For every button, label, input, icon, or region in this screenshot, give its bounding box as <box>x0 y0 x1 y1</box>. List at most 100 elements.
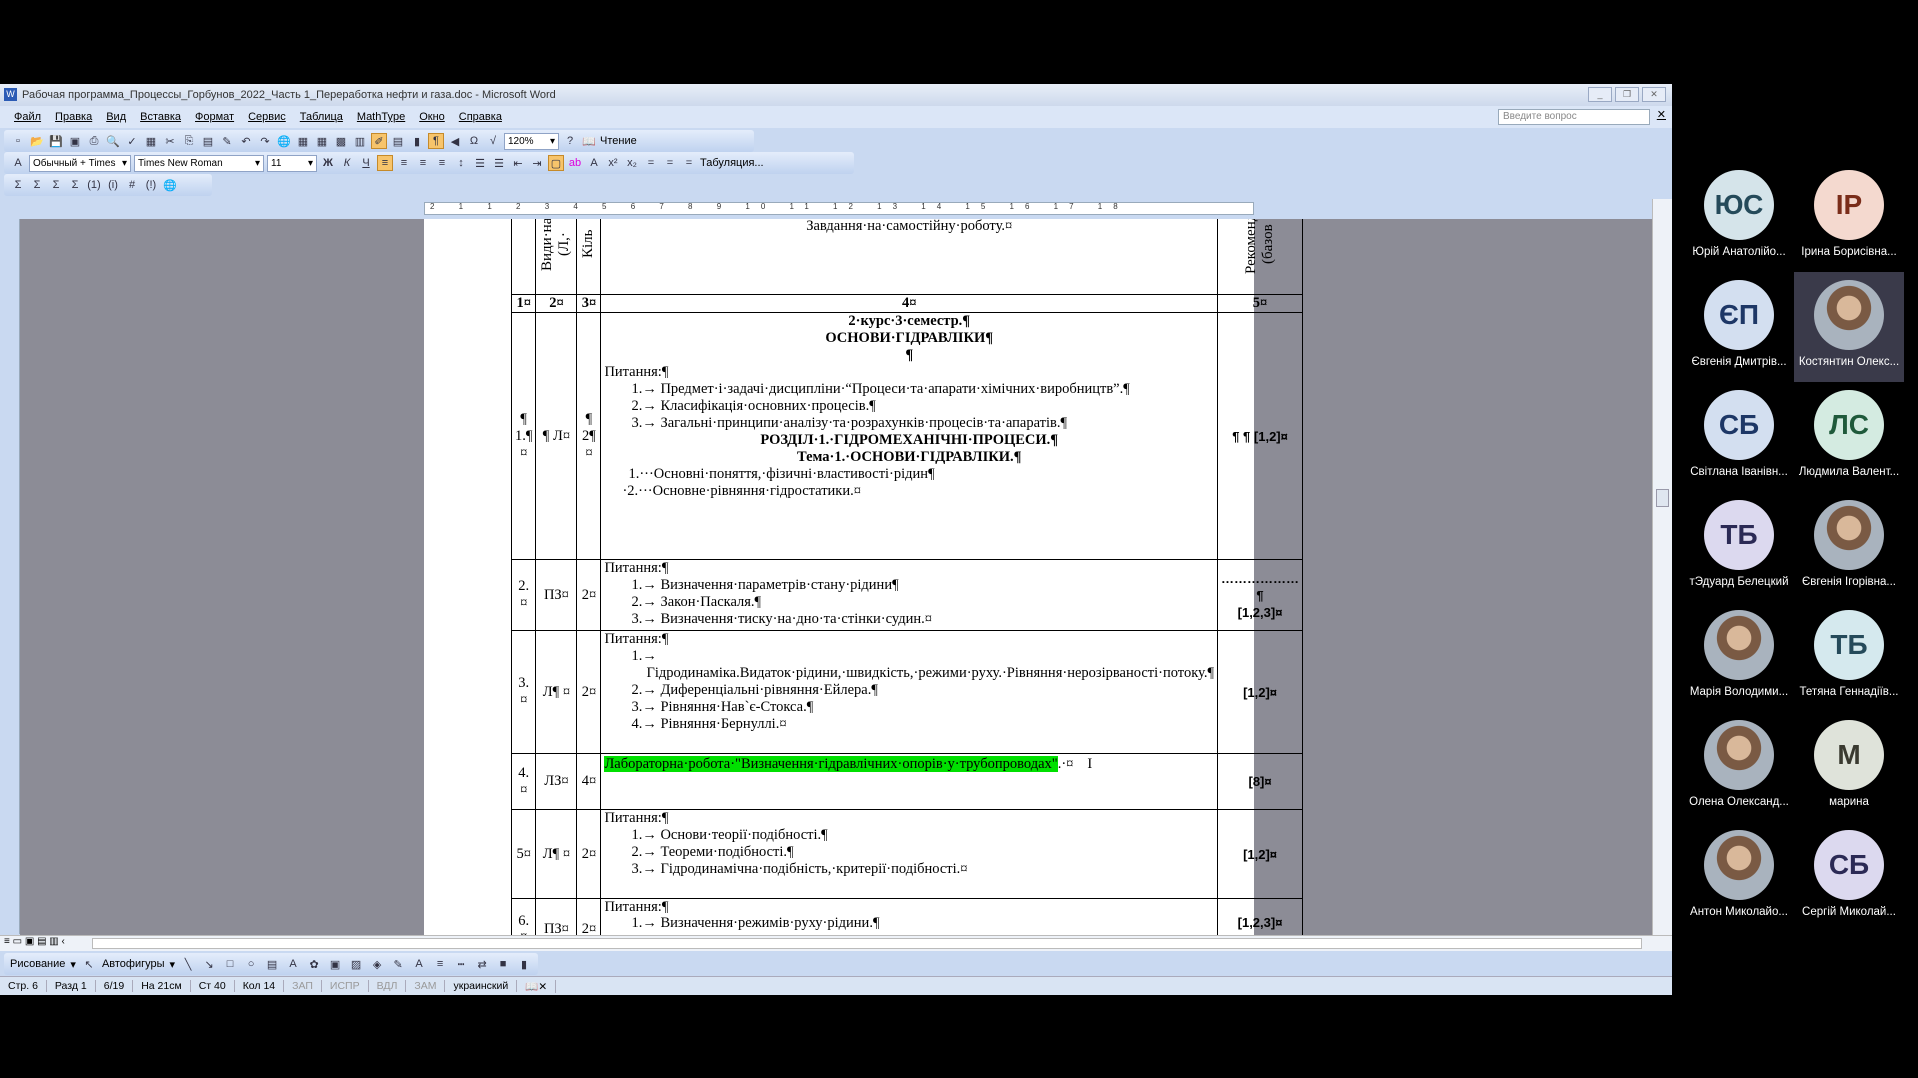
participant-tile[interactable]: Антон Миколайо... <box>1684 822 1794 932</box>
status-language[interactable]: украинский <box>445 980 518 992</box>
bold-icon[interactable]: Ж <box>320 155 336 171</box>
view-buttons[interactable]: ≡ ▭ ▣ ▤ ▥ ‹ <box>4 936 65 947</box>
menu-table[interactable]: Таблица <box>300 111 343 123</box>
font-color-icon[interactable]: A <box>411 956 427 972</box>
ask-question-input[interactable]: Введите вопрос <box>1498 109 1650 125</box>
insert-table-icon[interactable]: ▦ <box>314 133 330 149</box>
participant-tile[interactable]: СБ Сергій Миколай... <box>1794 822 1904 932</box>
undo-icon[interactable]: ↶ <box>238 133 254 149</box>
status-rec[interactable]: ЗАП <box>284 980 322 992</box>
dash-style-icon[interactable]: ┅ <box>453 956 469 972</box>
menu-edit[interactable]: Правка <box>55 111 92 123</box>
sum3-icon[interactable]: Σ <box>48 177 64 193</box>
numbering-icon[interactable]: ☰ <box>472 155 488 171</box>
menu-file[interactable]: Файл <box>14 111 41 123</box>
preview-icon[interactable]: 🔍 <box>105 133 121 149</box>
participant-tile[interactable]: ЛС Людмила Валент... <box>1794 382 1904 492</box>
drawing-menu[interactable]: Рисование <box>10 958 65 970</box>
wordart-icon[interactable]: A <box>285 956 301 972</box>
copy-icon[interactable]: ⎘ <box>181 133 197 149</box>
highlighted-lab-text[interactable]: Лабораторна·робота·"Визначення·гідравліч… <box>604 756 1058 772</box>
vertical-scrollbar[interactable] <box>1652 199 1672 935</box>
justify-icon[interactable]: ≡ <box>434 155 450 171</box>
participant-tile[interactable]: ТБ Тетяна Геннадіїв... <box>1794 602 1904 712</box>
underline-icon[interactable]: Ч <box>358 155 374 171</box>
columns-icon[interactable]: ▥ <box>352 133 368 149</box>
participant-tile[interactable]: ЄП Євгенія Дмитрів... <box>1684 272 1794 382</box>
excel-icon[interactable]: ▩ <box>333 133 349 149</box>
read-icon[interactable]: 📖 <box>581 133 597 149</box>
open-icon[interactable]: 📂 <box>29 133 45 149</box>
zoom-select[interactable]: 120% ▾ <box>504 132 559 150</box>
equals2-icon[interactable]: = <box>662 155 678 171</box>
superscript-icon[interactable]: x² <box>605 155 621 171</box>
new-icon[interactable]: ▫ <box>10 133 26 149</box>
sum2-icon[interactable]: Σ <box>29 177 45 193</box>
line-style-icon[interactable]: ≡ <box>432 956 448 972</box>
participant-tile[interactable]: Костянтин Олекс... <box>1794 272 1904 382</box>
menu-format[interactable]: Формат <box>195 111 234 123</box>
redo-icon[interactable]: ↷ <box>257 133 273 149</box>
menu-window[interactable]: Окно <box>419 111 445 123</box>
italic-icon[interactable]: К <box>339 155 355 171</box>
status-trk[interactable]: ИСПР <box>322 980 369 992</box>
align-center-icon[interactable]: ≡ <box>396 155 412 171</box>
subscript-icon[interactable]: x₂ <box>624 155 640 171</box>
picture-icon[interactable]: ▨ <box>348 956 364 972</box>
read-button[interactable]: Чтение <box>600 135 637 147</box>
menu-view[interactable]: Вид <box>106 111 126 123</box>
research-icon[interactable]: ▦ <box>143 133 159 149</box>
drawing-icon[interactable]: ✐ <box>371 133 387 149</box>
styles-icon[interactable]: A <box>10 155 26 171</box>
chart-icon[interactable]: ▮ <box>409 133 425 149</box>
show-marks-icon[interactable]: ¶ <box>428 133 444 149</box>
borders-icon[interactable]: ▢ <box>548 155 564 171</box>
autoshapes-menu[interactable]: Автофигуры <box>102 958 165 970</box>
close-button[interactable]: ✕ <box>1642 87 1666 102</box>
globe-icon[interactable]: 🌐 <box>162 177 178 193</box>
eq-break-icon[interactable]: # <box>124 177 140 193</box>
participant-tile[interactable]: Марія Володими... <box>1684 602 1794 712</box>
participant-tile[interactable]: ІР Ірина Борисівна... <box>1794 162 1904 272</box>
row-content[interactable]: Питання:¶ 1.→ Основи·теорії·подібності.¶… <box>600 809 1219 899</box>
rectangle-icon[interactable]: □ <box>222 956 238 972</box>
style-select[interactable]: Обычный + Times ▾ <box>29 154 131 172</box>
sum-icon[interactable]: Σ <box>10 177 26 193</box>
omega-icon[interactable]: Ω <box>466 133 482 149</box>
3d-icon[interactable]: ▮ <box>516 956 532 972</box>
permission-icon[interactable]: ▣ <box>67 133 83 149</box>
arrow-icon[interactable]: ↘ <box>201 956 217 972</box>
document-page[interactable]: Види·на (Л,· Кіль Завдання·на·самостійну… <box>424 219 1304 935</box>
horizontal-ruler[interactable]: 2 1 1 2 3 4 5 6 7 8 9 10 11 12 13 14 15 … <box>0 199 1672 219</box>
align-right-icon[interactable]: ≡ <box>415 155 431 171</box>
oval-icon[interactable]: ○ <box>243 956 259 972</box>
spelling-icon[interactable]: ✓ <box>124 133 140 149</box>
line-color-icon[interactable]: ✎ <box>390 956 406 972</box>
participant-tile[interactable]: Олена Олександ... <box>1684 712 1794 822</box>
eq-update-icon[interactable]: (!) <box>143 177 159 193</box>
cut-icon[interactable]: ✂ <box>162 133 178 149</box>
select-pointer-icon[interactable]: ↖ <box>81 956 97 972</box>
align-left-icon[interactable]: ≡ <box>377 155 393 171</box>
increase-indent-icon[interactable]: ⇥ <box>529 155 545 171</box>
shadow-icon[interactable]: ■ <box>495 956 511 972</box>
doc-map-icon[interactable]: ▤ <box>390 133 406 149</box>
bullets-icon[interactable]: ☰ <box>491 155 507 171</box>
row-content[interactable]: Питання:¶ 1.→ Гідродинаміка.Видаток·ріди… <box>600 630 1219 754</box>
row-content[interactable]: Питання:¶ 1.→ Визначення·параметрів·стан… <box>600 559 1219 631</box>
textbox-icon[interactable]: ▤ <box>264 956 280 972</box>
participant-tile[interactable]: Євгенія Ігорівна... <box>1794 492 1904 602</box>
line-spacing-icon[interactable]: ↕ <box>453 155 469 171</box>
arrow-style-icon[interactable]: ⇄ <box>474 956 490 972</box>
status-ovr[interactable]: ЗАМ <box>406 980 446 992</box>
participant-tile[interactable]: ЮС Юрій Анатолійо... <box>1684 162 1794 272</box>
print-icon[interactable]: ⎙ <box>86 133 102 149</box>
menu-tools[interactable]: Сервис <box>248 111 286 123</box>
status-ext[interactable]: ВДЛ <box>369 980 407 992</box>
sqrt-icon[interactable]: √ <box>485 133 501 149</box>
maximize-button[interactable]: ❐ <box>1615 87 1639 102</box>
row-content[interactable]: Лабораторна·робота·"Визначення·гідравліч… <box>600 753 1219 810</box>
row-content[interactable]: 2·курс·3·семестр.¶ ОСНОВИ·ГІДРАВЛІКИ¶ ¶ … <box>600 312 1219 560</box>
size-select[interactable]: 11 ▾ <box>267 154 317 172</box>
highlight-icon[interactable]: ab <box>567 155 583 171</box>
